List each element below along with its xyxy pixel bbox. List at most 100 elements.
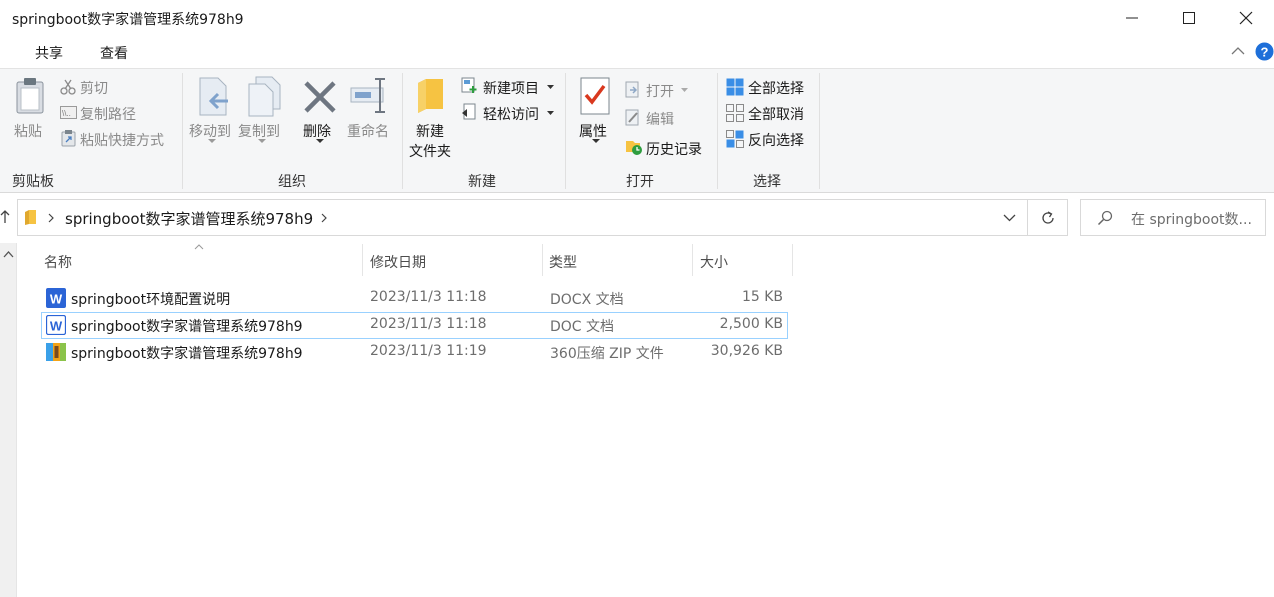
address-row: springboot数字家谱管理系统978h9 在 springboot数...: [0, 193, 1274, 243]
group-separator: [182, 73, 183, 189]
scroll-up-icon[interactable]: [3, 250, 14, 258]
file-row[interactable]: W springboot数字家谱管理系统978h9 2023/11/3 11:1…: [41, 312, 788, 339]
open-icon: [625, 81, 639, 98]
address-bar[interactable]: springboot数字家谱管理系统978h9: [17, 199, 1028, 236]
search-icon: [1097, 210, 1113, 226]
chevron-down-icon: [547, 85, 554, 89]
maximize-icon: [1183, 12, 1195, 24]
column-header-size[interactable]: 大小: [700, 252, 728, 272]
select-none-button[interactable]: 全部取消: [748, 104, 804, 124]
window-title: springboot数字家谱管理系统978h9: [12, 12, 244, 28]
scissors-icon: [60, 79, 76, 95]
file-size: 2,500 KB: [719, 316, 783, 332]
file-date: 2023/11/3 11:19: [370, 343, 487, 359]
file-row[interactable]: springboot数字家谱管理系统978h9 2023/11/3 11:19 …: [41, 340, 788, 365]
group-separator: [402, 73, 403, 189]
file-type: 360压缩 ZIP 文件: [550, 346, 664, 362]
rename-label: 重命名: [347, 124, 389, 140]
chevron-down-icon: [316, 139, 324, 143]
collapse-ribbon-icon[interactable]: [1231, 45, 1245, 57]
edit-button[interactable]: 编辑: [646, 109, 674, 129]
navigation-pane-scrollbar[interactable]: [0, 243, 17, 597]
clipboard-paste-icon: [16, 78, 44, 114]
delete-x-icon: [304, 81, 336, 113]
open-button[interactable]: 打开: [646, 81, 674, 101]
group-label-new: 新建: [468, 174, 496, 190]
rename-icon: [350, 78, 385, 113]
file-date: 2023/11/3 11:18: [370, 316, 487, 332]
title-bar: springboot数字家谱管理系统978h9: [0, 0, 1274, 36]
group-separator: [717, 73, 718, 189]
search-box[interactable]: 在 springboot数...: [1080, 199, 1266, 236]
easy-access-label: 轻松访问: [483, 107, 539, 123]
properties-label: 属性: [579, 124, 607, 140]
close-button[interactable]: [1217, 0, 1274, 36]
new-folder-label-2: 文件夹: [409, 144, 451, 160]
tab-view[interactable]: 查看: [100, 43, 128, 63]
edit-icon: [625, 109, 639, 126]
properties-icon: [580, 77, 610, 115]
chevron-down-icon: [208, 139, 216, 143]
easy-access-icon: [462, 103, 476, 120]
new-item-label: 新建项目: [483, 81, 539, 97]
column-header-type[interactable]: 类型: [549, 252, 577, 272]
word-docx-icon: W: [46, 288, 66, 308]
word-doc-icon: W: [46, 315, 66, 335]
tab-share[interactable]: 共享: [35, 43, 63, 63]
group-label-select: 选择: [753, 174, 781, 190]
history-button[interactable]: 历史记录: [646, 139, 702, 159]
refresh-icon: [1042, 211, 1054, 224]
chevron-down-icon: [258, 139, 266, 143]
minimize-icon: [1126, 17, 1138, 19]
address-dropdown-icon[interactable]: [1003, 214, 1016, 222]
sort-ascending-icon: [194, 244, 204, 250]
up-arrow-icon[interactable]: [0, 210, 10, 224]
move-to-label: 移动到: [189, 124, 231, 140]
minimize-button[interactable]: [1103, 0, 1161, 36]
ribbon: 粘贴 剪切 \\.. 复制路径 粘贴快捷方式 剪贴板 移动到 复制到 删除 重命…: [0, 68, 1274, 193]
chevron-down-icon: [592, 139, 600, 143]
group-label-organize: 组织: [278, 174, 306, 190]
invert-selection-icon: [726, 130, 744, 148]
column-header-date[interactable]: 修改日期: [370, 252, 426, 272]
new-item-icon: [461, 77, 477, 93]
column-separator[interactable]: [362, 244, 363, 276]
column-separator[interactable]: [542, 244, 543, 276]
paste-shortcut-button[interactable]: 粘贴快捷方式: [80, 130, 164, 150]
cut-button[interactable]: 剪切: [80, 78, 108, 98]
column-header-name[interactable]: 名称: [44, 252, 72, 272]
paste-label: 粘贴: [14, 124, 42, 140]
new-folder-label-1: 新建: [416, 124, 444, 140]
delete-label: 删除: [303, 124, 331, 140]
history-icon: [626, 141, 642, 155]
column-separator[interactable]: [792, 244, 793, 276]
svg-text:W: W: [50, 292, 63, 307]
breadcrumb-current-folder[interactable]: springboot数字家谱管理系统978h9: [65, 208, 313, 229]
breadcrumb-chevron-icon[interactable]: [321, 213, 328, 223]
group-label-open: 打开: [626, 174, 654, 190]
copy-path-icon: \\..: [60, 106, 77, 119]
column-separator[interactable]: [692, 244, 693, 276]
move-to-icon: [199, 77, 228, 116]
ribbon-tabs: 共享 查看 ?: [0, 36, 1274, 68]
file-name: springboot数字家谱管理系统978h9: [71, 319, 303, 335]
select-all-button[interactable]: 全部选择: [748, 78, 804, 98]
copy-to-icon: [248, 76, 281, 117]
new-folder-icon: [418, 79, 443, 113]
help-icon[interactable]: ?: [1255, 42, 1274, 61]
file-name: springboot环境配置说明: [71, 292, 231, 308]
paste-shortcut-icon: [61, 130, 76, 147]
select-none-icon: [726, 104, 744, 122]
group-separator: [565, 73, 566, 189]
maximize-button[interactable]: [1160, 0, 1218, 36]
svg-text:\\..: \\..: [62, 109, 71, 118]
zip-archive-icon: [46, 343, 66, 361]
refresh-button[interactable]: [1028, 199, 1068, 236]
breadcrumb-chevron-icon[interactable]: [48, 213, 55, 223]
copy-to-label: 复制到: [238, 124, 280, 140]
chevron-down-icon: [547, 111, 554, 115]
invert-selection-button[interactable]: 反向选择: [748, 130, 804, 150]
file-row[interactable]: W springboot环境配置说明 2023/11/3 11:18 DOCX …: [41, 286, 788, 311]
copy-path-button[interactable]: 复制路径: [80, 104, 136, 124]
close-icon: [1239, 11, 1253, 25]
